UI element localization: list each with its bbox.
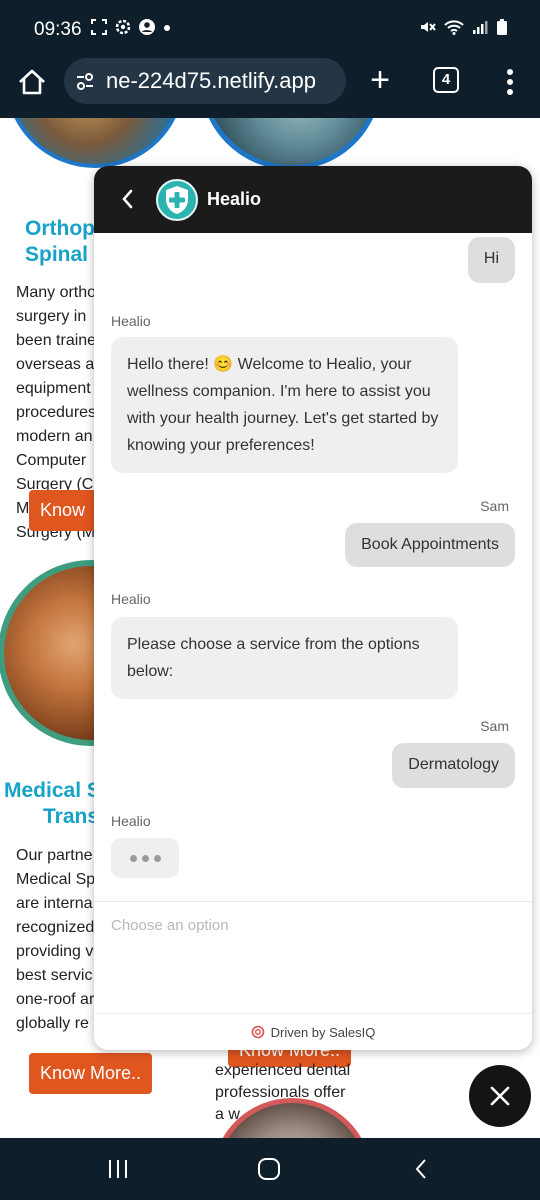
chat-header: Healio	[94, 166, 532, 233]
surgery-image-2	[200, 118, 382, 170]
typing-indicator	[111, 838, 179, 878]
dot-icon	[164, 25, 170, 31]
home-nav-icon[interactable]	[257, 1158, 281, 1180]
wifi-icon	[444, 20, 464, 35]
site-settings-icon[interactable]	[74, 70, 96, 92]
sender-label-bot: Healio	[111, 591, 151, 607]
status-time: 09:36	[34, 19, 82, 40]
account-icon	[139, 19, 155, 35]
chat-messages: Hi Healio Hello there! 😊 Welcome to Heal…	[94, 233, 532, 901]
status-bar: 09:36	[0, 0, 540, 58]
typing-dot	[153, 854, 161, 862]
chat-input[interactable]	[111, 917, 511, 934]
chat-input-area	[94, 901, 532, 1013]
tab-switcher-button[interactable]: 4	[433, 67, 459, 93]
sender-label-user: Sam	[480, 718, 509, 734]
address-bar[interactable]: ne-224d75.netlify.app	[64, 58, 346, 104]
bot-avatar	[156, 179, 198, 221]
section-paragraph-medical: Our partne Medical Sp are interna recogn…	[16, 847, 96, 1032]
footer-text: Driven by SalesIQ	[270, 1024, 376, 1040]
know-more-button-1[interactable]: Know	[29, 490, 97, 531]
salesiq-logo-icon	[251, 1025, 264, 1039]
battery-icon	[497, 19, 507, 35]
status-notification-icons	[90, 18, 172, 36]
chat-footer: Driven by SalesIQ	[94, 1013, 532, 1050]
url-text: ne-224d75.netlify.app	[106, 68, 316, 93]
signal-icon	[473, 21, 488, 34]
sender-label-bot: Healio	[111, 313, 151, 329]
smile-emoji-icon: 😊	[213, 356, 234, 373]
chat-title: Healio	[207, 189, 262, 209]
close-chat-button[interactable]	[469, 1065, 531, 1127]
typing-dot	[141, 854, 149, 862]
mute-icon	[421, 22, 436, 32]
recent-apps-icon[interactable]	[106, 1158, 130, 1180]
know-more-button-2[interactable]: Know More..	[29, 1053, 153, 1094]
medical-shield-icon	[166, 186, 188, 214]
chat-window: Healio Hi Healio Hello there! 😊 Welcome …	[94, 166, 532, 1050]
sender-label-bot: Healio	[111, 813, 151, 829]
user-message-hi: Hi	[467, 237, 515, 283]
bot-message-welcome: Hello there! 😊 Welcome to Healio, your w…	[111, 337, 458, 473]
new-tab-button[interactable]: +	[366, 62, 394, 98]
screenshot-icon	[91, 19, 107, 35]
home-button[interactable]	[16, 66, 48, 98]
typing-dot	[129, 854, 137, 862]
system-nav-bar	[0, 1138, 540, 1200]
surgery-image-1	[5, 118, 185, 168]
back-nav-icon[interactable]	[412, 1158, 430, 1180]
status-system-icons	[418, 18, 508, 36]
browser-toolbar: ne-224d75.netlify.app + 4	[0, 58, 540, 118]
close-icon	[490, 1086, 510, 1106]
bot-message-choose-service: Please choose a service from the options…	[111, 617, 458, 699]
more-menu-icon[interactable]	[500, 68, 520, 96]
user-message-book: Book Appointments	[345, 523, 515, 567]
user-message-dermatology: Dermatology	[392, 743, 515, 788]
back-icon[interactable]	[120, 188, 134, 210]
sender-label-user: Sam	[480, 498, 509, 514]
gear-icon	[115, 19, 131, 35]
